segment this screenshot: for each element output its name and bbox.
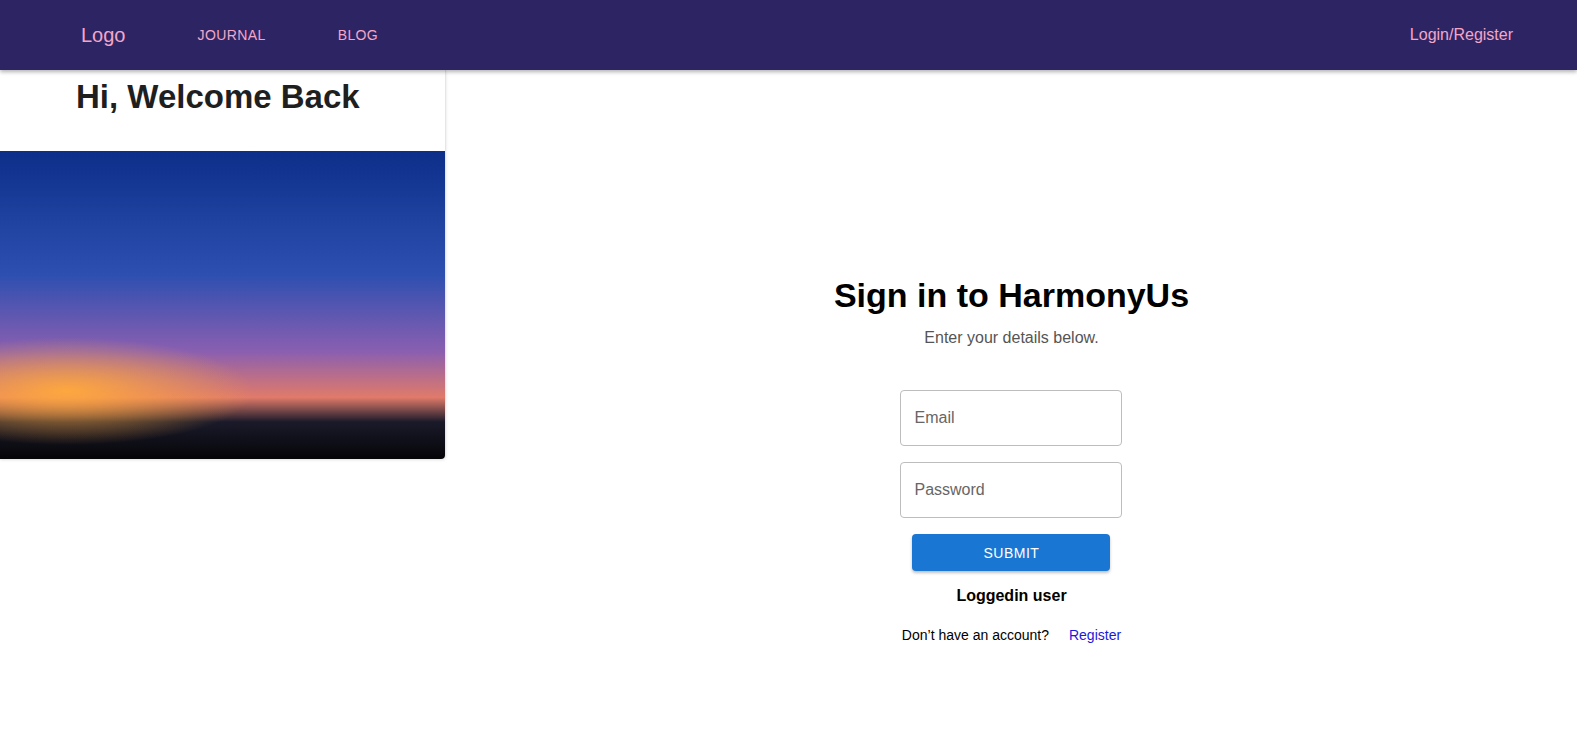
submit-button[interactable]: SUBMIT — [912, 534, 1110, 571]
greeting: Hi, Welcome Back — [0, 70, 445, 151]
logo[interactable]: Logo — [81, 24, 126, 47]
hero-photo — [0, 151, 445, 459]
login-register-link[interactable]: Login/Register — [1410, 26, 1513, 44]
email-field[interactable] — [900, 390, 1122, 446]
password-field[interactable] — [900, 462, 1122, 518]
login-status: Loggedin user — [956, 587, 1066, 605]
nav-link[interactable]: JOURNAL — [198, 27, 266, 43]
app-bar: Logo JOURNAL BLOG Login/Register — [0, 0, 1577, 70]
register-row: Don’t have an account? Register — [902, 627, 1121, 643]
nav-link[interactable]: BLOG — [338, 27, 379, 43]
register-link[interactable]: Register — [1069, 627, 1121, 643]
form-title: Sign in to HarmonyUs — [834, 276, 1189, 315]
sign-in-form: Sign in to HarmonyUs Enter your details b… — [834, 276, 1189, 643]
register-prompt: Don’t have an account? — [902, 627, 1049, 643]
login-page: Logo JOURNAL BLOG Login/Register Hi, Welcome… — [0, 0, 1577, 747]
content: Hi, Welcome Back Sign in to HarmonyUs Ente… — [0, 70, 1577, 643]
form-subtitle: Enter your details below. — [924, 329, 1098, 347]
form-area: Sign in to HarmonyUs Enter your details b… — [446, 70, 1577, 643]
side-card: Hi, Welcome Back — [0, 70, 446, 459]
